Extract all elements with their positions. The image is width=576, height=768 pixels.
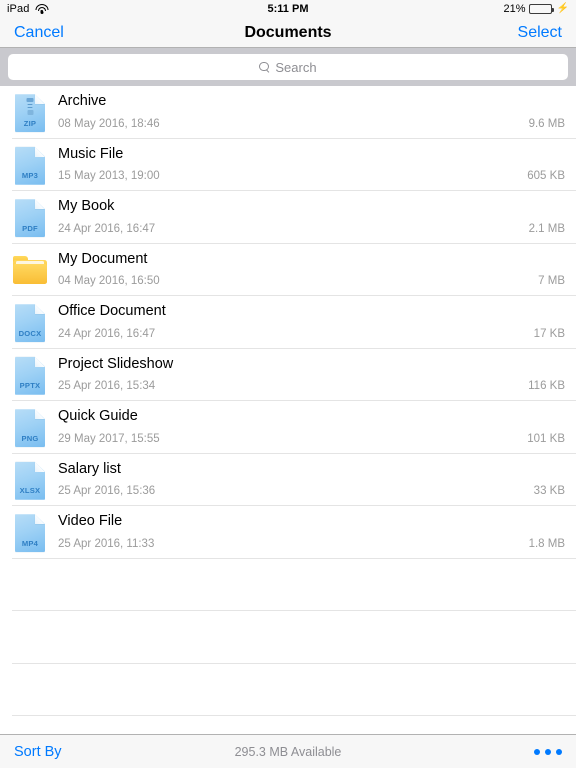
file-size: 33 KB [533, 485, 565, 497]
file-size: 605 KB [527, 170, 565, 182]
file-type-icon-png: PNG [8, 405, 52, 449]
file-row[interactable]: DOCX Office Document 24 Apr 2016, 16:47 17 … [0, 296, 576, 349]
file-size: 116 KB [528, 380, 565, 392]
file-name: My Book [58, 199, 115, 215]
ios-file-browser-screen: iPad 5:11 PM 21% ⚡ Cancel Documents Sele… [0, 0, 576, 768]
file-size: 7 MB [538, 275, 565, 287]
file-list[interactable]: ZIP Archive 08 May 2016, 18:46 9.6 MB MP3 Mus… [0, 86, 576, 734]
file-type-label: PNG [21, 433, 39, 443]
cancel-button[interactable]: Cancel [14, 24, 64, 42]
file-name: Project Slideshow [58, 356, 174, 372]
more-dots-icon[interactable] [534, 748, 562, 755]
file-date: 25 Apr 2016, 11:33 [58, 537, 155, 550]
page-title: Documents [244, 23, 332, 41]
file-type-icon-pdf: PDF [8, 195, 52, 239]
file-date: 04 May 2016, 16:50 [58, 275, 160, 288]
file-row-text: Video File 25 Apr 2016, 11:33 [52, 514, 529, 550]
file-date: 25 Apr 2016, 15:36 [58, 485, 156, 498]
empty-row [0, 664, 576, 717]
file-name: Quick Guide [58, 409, 138, 425]
file-size: 17 KB [533, 327, 565, 340]
file-row[interactable]: PNG Quick Guide 29 May 2017, 15:55 101 KB [0, 401, 576, 454]
battery-percent-label: 21% [503, 3, 526, 15]
file-row-text: Project Slideshow 25 Apr 2016, 15:34 [52, 357, 528, 393]
file-type-label: ZIP [23, 118, 37, 128]
file-row-text: Salary list 25 Apr 2016, 15:36 [52, 462, 534, 498]
file-name: Salary list [58, 461, 121, 477]
file-row[interactable]: XLSX Salary list 25 Apr 2016, 15:36 33 KB [0, 454, 576, 507]
status-bar: iPad 5:11 PM 21% ⚡ [0, 0, 576, 18]
file-type-icon-xlsx: XLSX [8, 458, 52, 502]
file-row-text: Quick Guide 29 May 2017, 15:55 [52, 409, 527, 445]
search-bar: Search [0, 48, 576, 86]
file-type-label: PPTX [19, 381, 41, 391]
bottom-toolbar: Sort By 295.3 MB Available [0, 734, 576, 768]
search-icon [259, 61, 270, 73]
file-type-icon-pptx: PPTX [8, 353, 52, 397]
file-name: Archive [58, 94, 107, 110]
search-input[interactable]: Search [8, 54, 568, 80]
file-size: 2.1 MB [528, 222, 565, 235]
file-name: My Document [58, 251, 148, 267]
status-bar-left: iPad [7, 3, 49, 15]
select-button[interactable]: Select [518, 24, 562, 42]
file-type-icon-mp4: MP4 [8, 510, 52, 554]
file-type-icon-mp3: MP3 [8, 143, 52, 187]
search-placeholder: Search [275, 59, 317, 75]
empty-row [0, 611, 576, 664]
file-type-icon-zip: ZIP [8, 90, 52, 134]
file-date: 25 Apr 2016, 15:34 [58, 380, 156, 393]
file-row[interactable]: PPTX Project Slideshow 25 Apr 2016, 15:34 1… [0, 349, 576, 402]
file-row-text: Archive 08 May 2016, 18:46 [52, 94, 529, 130]
file-size: 1.8 MB [528, 537, 565, 550]
navigation-bar: Cancel Documents Select [0, 18, 576, 48]
file-row[interactable]: MP4 Video File 25 Apr 2016, 11:33 1.8 MB [0, 506, 576, 559]
file-date: 24 Apr 2016, 16:47 [58, 222, 156, 235]
status-bar-clock: 5:11 PM [267, 3, 309, 15]
battery-icon [528, 4, 554, 14]
empty-row [0, 559, 576, 612]
file-type-label: MP4 [21, 538, 39, 548]
file-row[interactable]: MP3 Music File 15 May 2013, 19:00 605 KB [0, 139, 576, 192]
file-type-label: DOCX [18, 328, 42, 338]
file-date: 29 May 2017, 15:55 [58, 432, 160, 445]
file-name: Music File [58, 146, 124, 162]
storage-status-label: 295.3 MB Available [234, 744, 342, 759]
file-name: Office Document [58, 304, 166, 320]
lightning-bolt-icon: ⚡ [556, 3, 569, 14]
file-row[interactable]: ZIP Archive 08 May 2016, 18:46 9.6 MB [0, 86, 576, 139]
empty-row [0, 716, 576, 734]
wifi-icon [35, 4, 49, 14]
file-row-text: Office Document 24 Apr 2016, 16:47 [52, 304, 534, 340]
file-type-label: MP3 [21, 171, 39, 181]
file-date: 24 Apr 2016, 16:47 [58, 327, 156, 340]
file-row[interactable]: My Document 04 May 2016, 16:50 7 MB [0, 244, 576, 297]
carrier-label: iPad [7, 3, 30, 15]
file-type-label: XLSX [19, 486, 41, 496]
file-size: 9.6 MB [528, 117, 565, 130]
file-row-text: Music File 15 May 2013, 19:00 [52, 147, 527, 183]
file-name: Video File [58, 514, 123, 530]
file-type-icon-docx: DOCX [8, 300, 52, 344]
file-row-text: My Document 04 May 2016, 16:50 [52, 252, 538, 288]
folder-icon [8, 248, 52, 292]
file-date: 08 May 2016, 18:46 [58, 117, 160, 130]
file-type-label: PDF [22, 223, 38, 233]
file-date: 15 May 2013, 19:00 [58, 170, 160, 183]
file-size: 101 KB [527, 432, 565, 445]
status-bar-right: 21% ⚡ [504, 3, 569, 15]
file-row[interactable]: PDF My Book 24 Apr 2016, 16:47 2.1 MB [0, 191, 576, 244]
sort-by-button[interactable]: Sort By [14, 744, 62, 760]
file-row-text: My Book 24 Apr 2016, 16:47 [52, 199, 529, 235]
